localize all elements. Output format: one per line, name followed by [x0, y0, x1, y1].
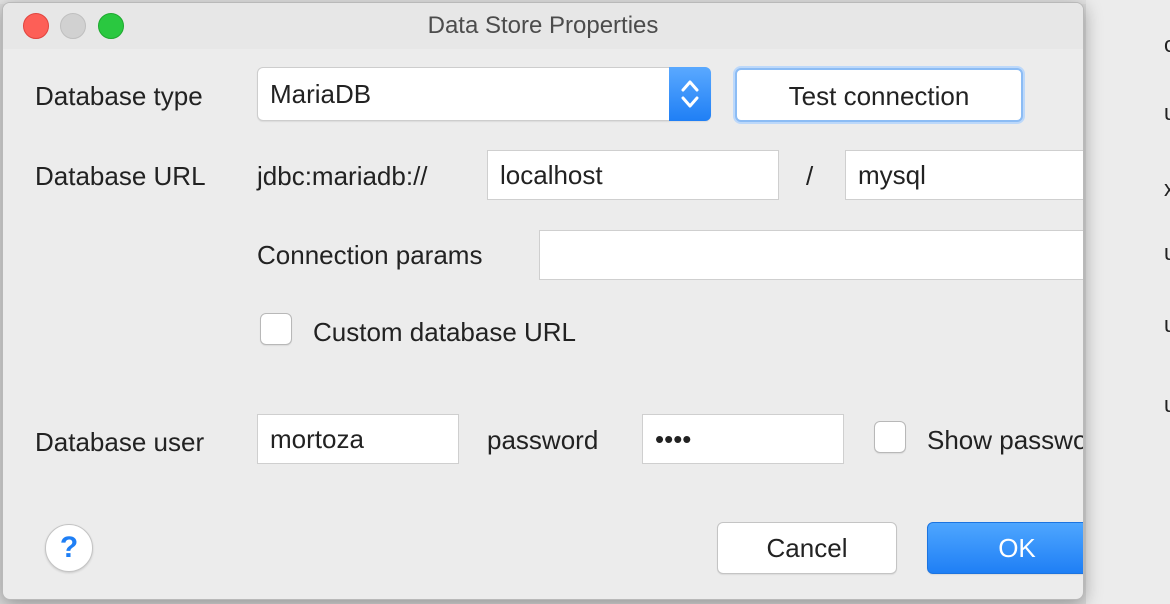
cancel-button[interactable]: Cancel [717, 522, 897, 574]
password-input[interactable]: •••• [642, 414, 844, 464]
background-glyph: u [1164, 100, 1170, 126]
title-bar: Data Store Properties [3, 3, 1083, 49]
database-name-input[interactable]: mysql [845, 150, 1083, 200]
background-app-edge: o u x u u u [1086, 0, 1170, 604]
help-button[interactable]: ? [45, 524, 93, 572]
custom-url-checkbox[interactable] [260, 313, 292, 345]
host-input[interactable]: localhost [487, 150, 779, 200]
background-glyph: u [1164, 240, 1170, 266]
show-password-label: Show password [927, 425, 1083, 455]
ok-button[interactable]: OK [927, 522, 1083, 574]
database-type-value: MariaDB [270, 79, 372, 109]
connection-params-label: Connection params [257, 240, 483, 270]
updown-chevron-icon[interactable] [669, 67, 711, 121]
database-user-label: Database user [35, 427, 205, 457]
background-glyph: u [1164, 392, 1170, 418]
test-connection-button[interactable]: Test connection [735, 68, 1023, 122]
url-separator: / [806, 161, 814, 191]
database-user-input[interactable]: mortoza [257, 414, 459, 464]
password-label: password [487, 425, 599, 455]
background-glyph: x [1164, 176, 1170, 201]
database-type-select[interactable]: MariaDB [257, 67, 711, 121]
connection-params-input[interactable] [539, 230, 1083, 280]
dialog-title: Data Store Properties [427, 12, 659, 39]
background-glyph: u [1164, 312, 1170, 338]
background-glyph: o [1164, 32, 1170, 58]
custom-url-label: Custom database URL [313, 317, 577, 347]
data-store-properties-dialog: Data Store Properties Database type Mari… [2, 2, 1084, 600]
show-password-checkbox[interactable] [874, 421, 906, 453]
jdbc-prefix-label: jdbc:mariadb:// [257, 161, 428, 191]
database-url-label: Database URL [35, 161, 206, 191]
database-type-label: Database type [35, 81, 203, 111]
